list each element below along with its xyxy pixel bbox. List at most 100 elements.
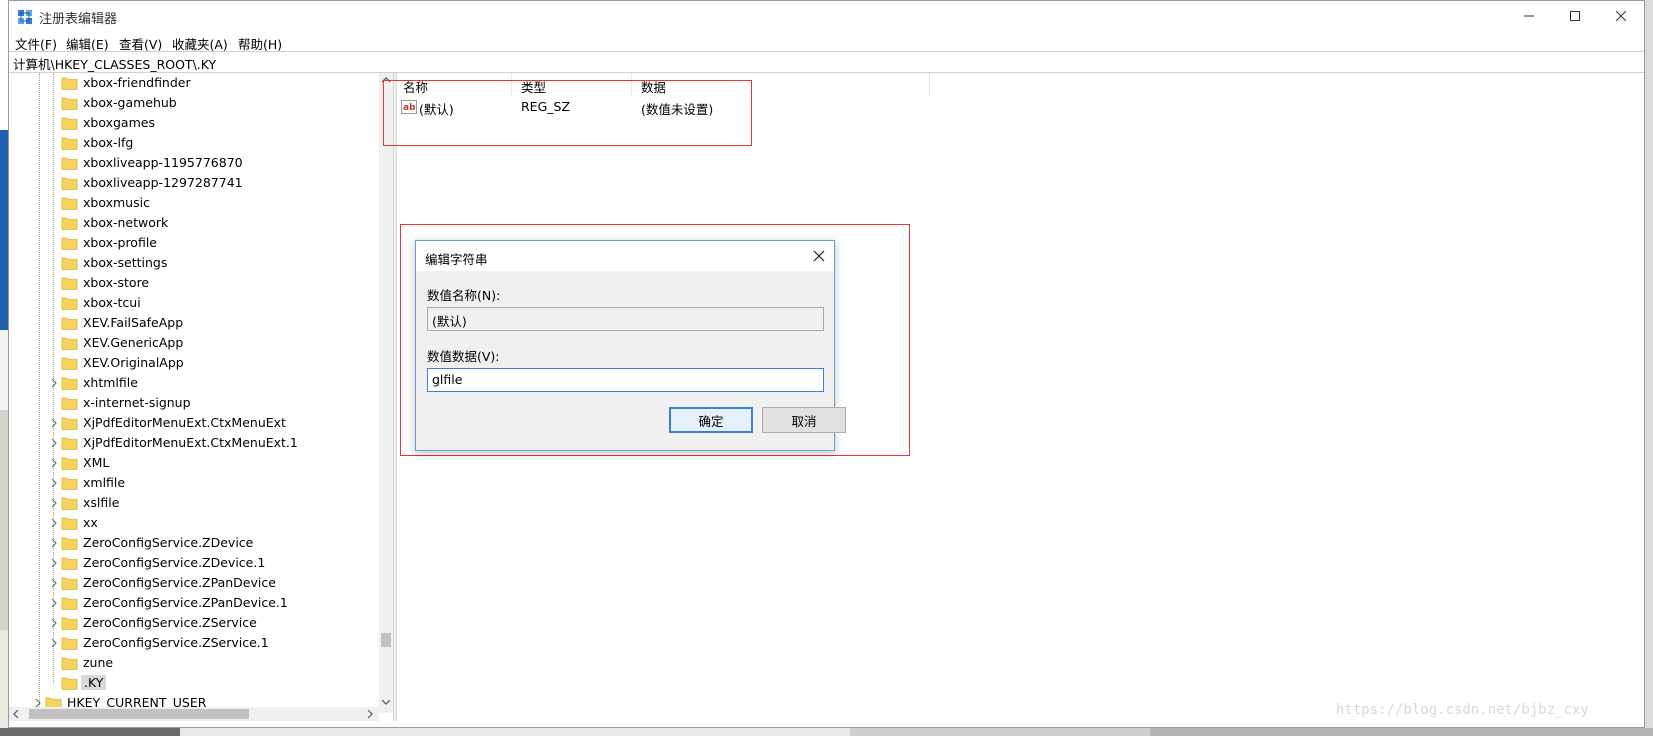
- tree-item[interactable]: xboxliveapp-1297287741: [9, 173, 379, 193]
- tree-item-label: ZeroConfigService.ZPanDevice.1: [83, 595, 288, 610]
- folder-icon: [61, 675, 78, 691]
- folder-icon: [61, 555, 78, 571]
- ok-button[interactable]: 确定: [669, 407, 753, 433]
- folder-icon: [61, 395, 78, 411]
- expand-chevron-icon[interactable]: [49, 457, 59, 469]
- tree-item-label: ZeroConfigService.ZDevice: [83, 535, 254, 550]
- tree-item-label: xboxliveapp-1297287741: [83, 175, 243, 190]
- minimize-button[interactable]: [1506, 1, 1552, 31]
- folder-icon: [61, 535, 78, 551]
- tree-item-label: xbox-friendfinder: [83, 75, 191, 90]
- value-data-input[interactable]: glfile: [427, 368, 824, 392]
- scroll-right-icon[interactable]: [367, 710, 373, 718]
- key-tree: xbox-friendfinder xbox-gamehub xboxgames xb…: [9, 73, 393, 721]
- folder-icon: [61, 335, 78, 351]
- tree-item[interactable]: xbox-network: [9, 213, 379, 233]
- tree-item[interactable]: XML: [9, 453, 379, 473]
- dialog-title-bar[interactable]: 编辑字符串: [416, 241, 834, 271]
- tree-item[interactable]: xboxliveapp-1195776870: [9, 153, 379, 173]
- title-bar[interactable]: 注册表编辑器: [9, 1, 1644, 31]
- tree-item[interactable]: xboxmusic: [9, 193, 379, 213]
- tree-item[interactable]: xbox-lfg: [9, 133, 379, 153]
- folder-icon: [61, 95, 78, 111]
- expand-chevron-icon[interactable]: [49, 477, 59, 489]
- tree-item[interactable]: ZeroConfigService.ZPanDevice.1: [9, 593, 379, 613]
- tree-item[interactable]: XEV.GenericApp: [9, 333, 379, 353]
- folder-icon: [61, 75, 78, 91]
- tree-item-label: .KY: [81, 675, 107, 690]
- tree-vertical-scrollbar[interactable]: [379, 73, 393, 713]
- folder-icon: [61, 455, 78, 471]
- tree-item[interactable]: XjPdfEditorMenuExt.CtxMenuExt: [9, 413, 379, 433]
- expand-chevron-icon[interactable]: [49, 537, 59, 549]
- tree-item[interactable]: zune: [9, 653, 379, 673]
- tree-item[interactable]: ZeroConfigService.ZDevice: [9, 533, 379, 553]
- tree-item[interactable]: xbox-gamehub: [9, 93, 379, 113]
- scroll-down-icon[interactable]: [382, 699, 390, 705]
- expand-chevron-icon[interactable]: [49, 577, 59, 589]
- tree-item-label: xhtmlfile: [83, 375, 138, 390]
- tree-item[interactable]: ZeroConfigService.ZPanDevice: [9, 573, 379, 593]
- tree-scroll-thumb[interactable]: [381, 633, 391, 647]
- expand-chevron-icon[interactable]: [49, 417, 59, 429]
- expand-chevron-icon[interactable]: [49, 377, 59, 389]
- tree-item[interactable]: xslfile: [9, 493, 379, 513]
- value-name-field: (默认): [427, 307, 824, 331]
- tree-item[interactable]: ZeroConfigService.ZDevice.1: [9, 553, 379, 573]
- tree-item-label: xbox-lfg: [83, 135, 134, 150]
- tree-item-label: xslfile: [83, 495, 120, 510]
- expand-chevron-icon[interactable]: [49, 557, 59, 569]
- tree-item[interactable]: XjPdfEditorMenuExt.CtxMenuExt.1: [9, 433, 379, 453]
- expand-chevron-icon[interactable]: [49, 597, 59, 609]
- value-name-label: 数值名称(N):: [427, 288, 501, 303]
- maximize-button[interactable]: [1552, 1, 1598, 31]
- expand-chevron-icon[interactable]: [49, 637, 59, 649]
- address-path[interactable]: 计算机\HKEY_CLASSES_ROOT\.KY: [13, 54, 216, 73]
- tree-item[interactable]: ZeroConfigService.ZService: [9, 613, 379, 633]
- tree-item-label: zune: [83, 655, 114, 670]
- expand-chevron-icon[interactable]: [49, 617, 59, 629]
- tree-item[interactable]: XEV.FailSafeApp: [9, 313, 379, 333]
- column-separator[interactable]: [929, 73, 930, 95]
- tree-item[interactable]: xbox-profile: [9, 233, 379, 253]
- folder-icon: [61, 515, 78, 531]
- folder-icon: [61, 475, 78, 491]
- tree-item-label: xmlfile: [83, 475, 126, 490]
- folder-icon: [61, 615, 78, 631]
- tree-item-label: xbox-network: [83, 215, 169, 230]
- scroll-left-icon[interactable]: [13, 710, 19, 718]
- tree-item[interactable]: xbox-friendfinder: [9, 73, 379, 93]
- tree-item[interactable]: x-internet-signup: [9, 393, 379, 413]
- tree-item[interactable]: xboxgames: [9, 113, 379, 133]
- folder-icon: [61, 575, 78, 591]
- close-button[interactable]: [1598, 1, 1644, 31]
- tree-item[interactable]: xhtmlfile: [9, 373, 379, 393]
- tree-horizontal-scrollbar[interactable]: [9, 707, 379, 721]
- tree-item[interactable]: xmlfile: [9, 473, 379, 493]
- tree-hscroll-thumb[interactable]: [29, 709, 249, 719]
- expand-chevron-icon[interactable]: [49, 497, 59, 509]
- tree-item[interactable]: XEV.OriginalApp: [9, 353, 379, 373]
- value-data-label: 数值数据(V):: [427, 349, 500, 364]
- tree-item-label: xbox-store: [83, 275, 150, 290]
- address-bar[interactable]: 计算机\HKEY_CLASSES_ROOT\.KY: [9, 51, 1644, 73]
- tree-item[interactable]: xbox-settings: [9, 253, 379, 273]
- tree-item[interactable]: .KY: [9, 673, 379, 693]
- folder-icon: [61, 195, 78, 211]
- tree-item-label: xbox-gamehub: [83, 95, 177, 110]
- tree-item[interactable]: xbox-store: [9, 273, 379, 293]
- tree-item[interactable]: xx: [9, 513, 379, 533]
- expand-chevron-icon[interactable]: [49, 437, 59, 449]
- tree-item-label: XEV.OriginalApp: [83, 355, 184, 370]
- dialog-close-icon[interactable]: [810, 247, 828, 265]
- tree-item-label: xboxliveapp-1195776870: [83, 155, 243, 170]
- cancel-button[interactable]: 取消: [762, 407, 846, 433]
- expand-chevron-icon[interactable]: [49, 517, 59, 529]
- tree-item-label: XML: [83, 455, 110, 470]
- tree-item-label: x-internet-signup: [83, 395, 191, 410]
- menu-bar: 文件(F) 编辑(E) 查看(V) 收藏夹(A) 帮助(H): [9, 31, 1644, 52]
- folder-icon: [61, 175, 78, 191]
- tree-item[interactable]: xbox-tcui: [9, 293, 379, 313]
- tree-item[interactable]: ZeroConfigService.ZService.1: [9, 633, 379, 653]
- watermark-text: https://blog.csdn.net/bjbz_cxy: [1336, 702, 1589, 718]
